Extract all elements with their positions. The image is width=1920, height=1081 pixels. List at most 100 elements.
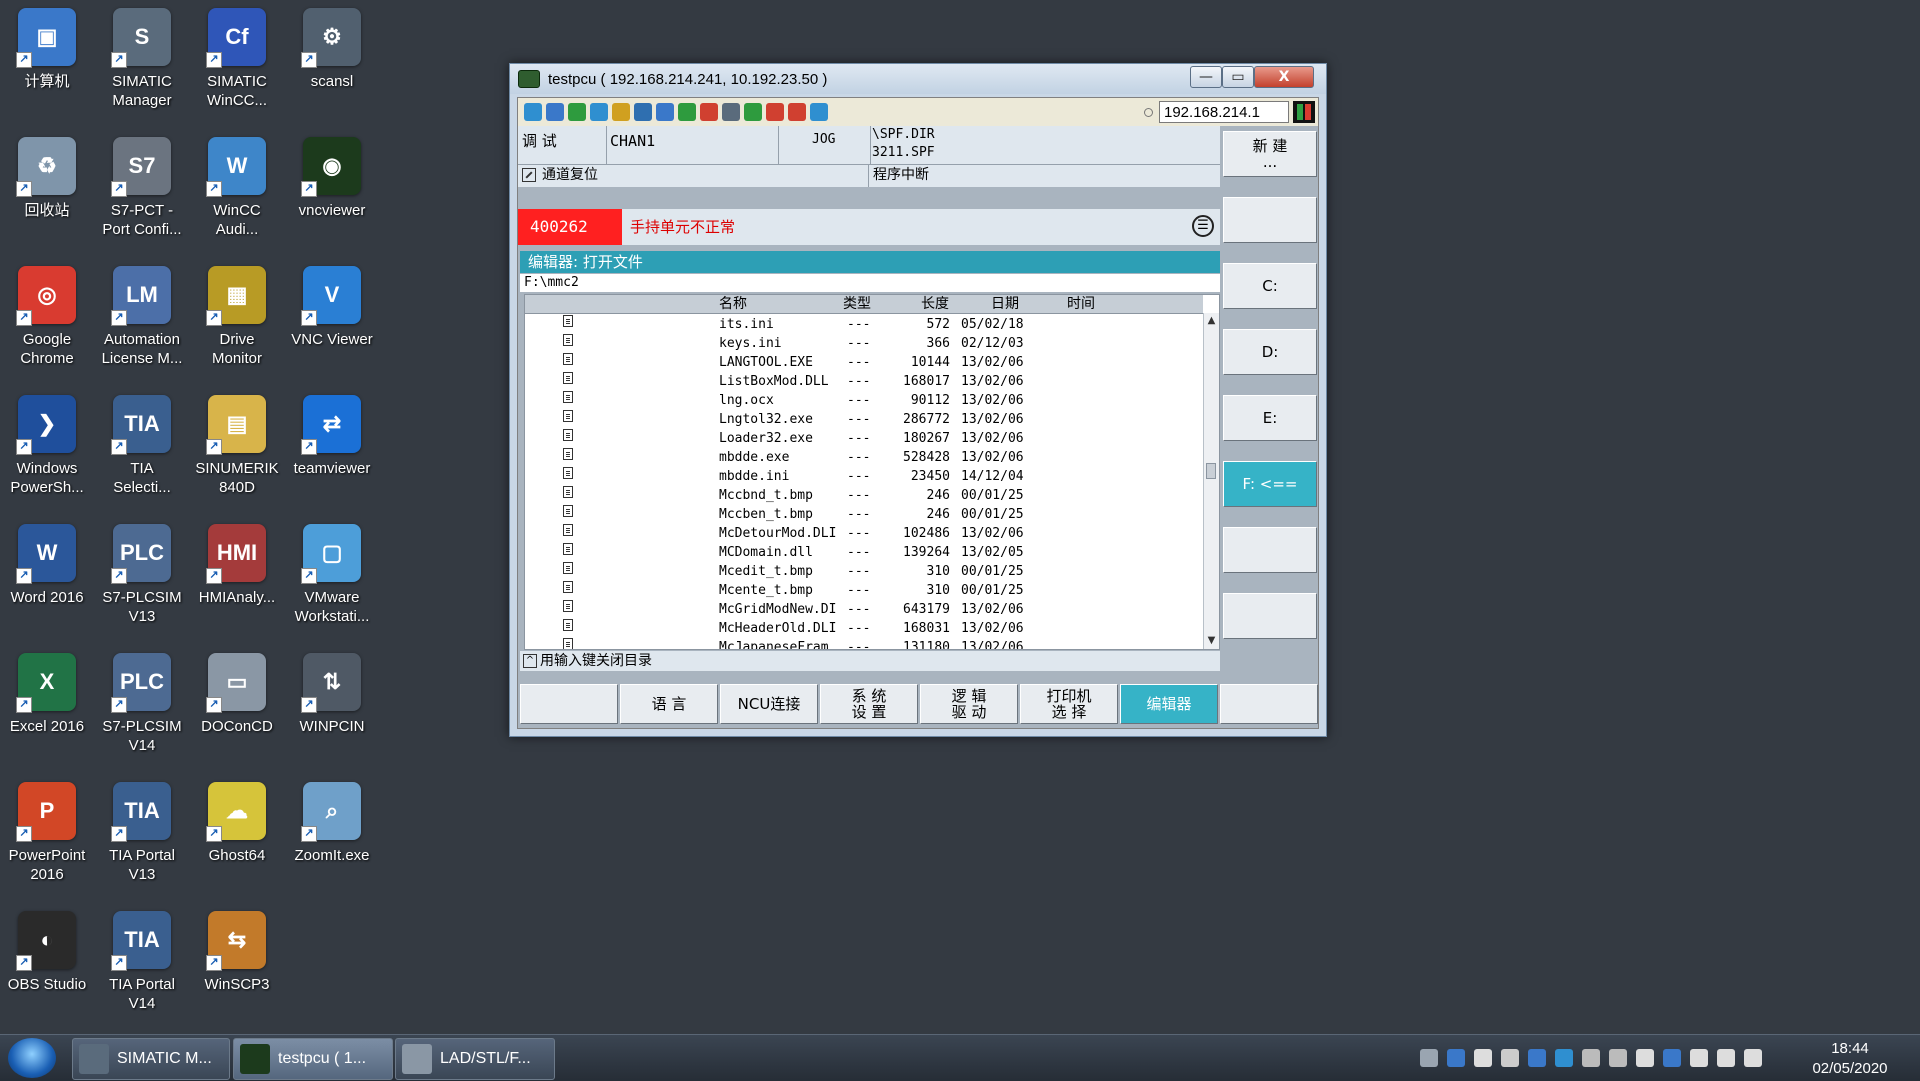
desktop-icon[interactable]: ☁ ↗ Ghost64 [189,776,285,896]
toolbar-tool-icon[interactable] [612,103,630,121]
file-list-scrollbar[interactable]: ▲ ▼ [1203,313,1219,649]
ip-address-field[interactable]: 192.168.214.1 [1159,101,1289,123]
desktop-icon[interactable]: S ↗ SIMATIC Manager [94,2,190,122]
desktop-icon[interactable]: HMI ↗ HMIAnaly... [189,518,285,638]
desktop-icon[interactable]: S7 ↗ S7-PCT - Port Confi... [94,131,190,251]
scroll-down-icon[interactable]: ▼ [1204,633,1219,649]
file-row[interactable]: its.ini --- 572 05/02/18 [525,315,1203,334]
desktop-icon[interactable]: V ↗ VNC Viewer [284,260,380,380]
clock[interactable]: 18:44 02/05/2020 [1780,1039,1920,1079]
taskbar-task[interactable]: testpcu ( 1... [233,1038,393,1080]
desktop-icon[interactable]: ⇄ ↗ teamviewer [284,389,380,509]
desktop-icon[interactable]: ⇆ ↗ WinSCP3 [189,905,285,1025]
desktop-icon[interactable]: LM ↗ Automation License M... [94,260,190,380]
window-titlebar[interactable]: testpcu ( 192.168.214.241, 10.192.23.50 … [510,64,1326,94]
col-length[interactable]: 长度 [921,295,949,313]
desktop-icon[interactable]: ◐ ↗ OBS Studio [0,905,95,1025]
tray-icon[interactable] [1717,1049,1735,1067]
file-row[interactable]: McHeaderOld.DLI --- 168031 13/02/06 [525,619,1203,638]
scroll-thumb[interactable] [1206,463,1216,479]
vertical-softkey[interactable] [1223,593,1317,639]
desktop-icon[interactable]: ◎ ↗ Google Chrome [0,260,95,380]
file-row[interactable]: McGridModNew.DI --- 643179 13/02/06 [525,600,1203,619]
taskbar-task[interactable]: LAD/STL/F... [395,1038,555,1080]
taskbar-task[interactable]: SIMATIC M... [72,1038,230,1080]
vertical-softkey[interactable]: F: <== [1223,461,1317,507]
file-row[interactable]: Loader32.exe --- 180267 13/02/06 [525,429,1203,448]
desktop-icon[interactable]: ♻ ↗ 回收站 [0,131,95,251]
horizontal-softkey[interactable]: 逻 辑 驱 动 [920,684,1018,724]
horizontal-softkey[interactable] [520,684,618,724]
horizontal-softkey[interactable] [1220,684,1318,724]
toolbar-tool-icon[interactable] [810,103,828,121]
desktop-icon[interactable]: PLC ↗ S7-PLCSIM V14 [94,647,190,767]
desktop-icon[interactable]: TIA ↗ TIA Portal V14 [94,905,190,1025]
col-date[interactable]: 日期 [991,295,1019,313]
file-row[interactable]: Lngtol32.exe --- 286772 13/02/06 [525,410,1203,429]
desktop-icon[interactable]: P ↗ PowerPoint 2016 [0,776,95,896]
desktop-icon[interactable]: W ↗ WinCC Audi... [189,131,285,251]
start-button[interactable] [8,1038,56,1078]
toolbar-tool-icon[interactable] [722,103,740,121]
tray-icon[interactable] [1690,1049,1708,1067]
vertical-softkey[interactable]: D: [1223,329,1317,375]
desktop-icon[interactable]: ⚙ ↗ scansl [284,2,380,122]
alarm-ack-icon[interactable]: ☰ [1192,215,1214,237]
toolbar-tool-icon[interactable] [634,103,652,121]
desktop-icon[interactable]: ⇅ ↗ WINPCIN [284,647,380,767]
scroll-up-icon[interactable]: ▲ [1204,313,1219,329]
desktop-icon[interactable]: ▢ ↗ VMware Workstati... [284,518,380,638]
vertical-softkey[interactable]: 新 建 ... [1223,131,1317,177]
tray-icon[interactable] [1609,1049,1627,1067]
toolbar-tool-icon[interactable] [524,103,542,121]
file-row[interactable]: Mccben_t.bmp --- 246 00/01/25 [525,505,1203,524]
file-row[interactable]: Mcedit_t.bmp --- 310 00/01/25 [525,562,1203,581]
toolbar-tool-icon[interactable] [766,103,784,121]
file-row[interactable]: LANGTOOL.EXE --- 10144 13/02/06 [525,353,1203,372]
toolbar-tool-icon[interactable] [546,103,564,121]
desktop-icon[interactable]: ❯ ↗ Windows PowerSh... [0,389,95,509]
horizontal-softkey[interactable]: 打印机 选 择 [1020,684,1118,724]
desktop-icon[interactable]: W ↗ Word 2016 [0,518,95,638]
toolbar-tool-icon[interactable] [590,103,608,121]
tray-icon[interactable] [1528,1049,1546,1067]
file-row[interactable]: Mcente_t.bmp --- 310 00/01/25 [525,581,1203,600]
toolbar-tool-icon[interactable] [700,103,718,121]
horizontal-softkey[interactable]: 系 统 设 置 [820,684,918,724]
file-row[interactable]: mbdde.ini --- 23450 14/12/04 [525,467,1203,486]
tray-icon[interactable] [1474,1049,1492,1067]
horizontal-softkey[interactable]: 编辑器 [1120,684,1218,724]
desktop-icon[interactable]: TIA ↗ TIA Portal V13 [94,776,190,896]
col-name[interactable]: 名称 [719,295,747,313]
file-row[interactable]: McJapaneseFram --- 131180 13/02/06 [525,638,1203,649]
tray-icon[interactable] [1663,1049,1681,1067]
vertical-softkey[interactable]: E: [1223,395,1317,441]
tray-icon[interactable] [1447,1049,1465,1067]
desktop-icon[interactable]: ▭ ↗ DOConCD [189,647,285,767]
vertical-softkey[interactable]: C: [1223,263,1317,309]
desktop-icon[interactable]: ⌕ ↗ ZoomIt.exe [284,776,380,896]
file-row[interactable]: lng.ocx --- 90112 13/02/06 [525,391,1203,410]
file-row[interactable]: McDetourMod.DLI --- 102486 13/02/06 [525,524,1203,543]
tray-icon[interactable] [1501,1049,1519,1067]
file-row[interactable]: Mccbnd_t.bmp --- 246 00/01/25 [525,486,1203,505]
desktop-icon[interactable]: X ↗ Excel 2016 [0,647,95,767]
file-list[interactable]: 名称 类型 长度 日期 时间 its.ini --- 572 05/02/18 keys… [524,294,1220,650]
horizontal-softkey[interactable]: NCU连接 [720,684,818,724]
tray-icon[interactable] [1744,1049,1762,1067]
desktop-icon[interactable]: ▦ ↗ Drive Monitor [189,260,285,380]
file-row[interactable]: mbdde.exe --- 528428 13/02/06 [525,448,1203,467]
desktop-icon[interactable]: ◉ ↗ vncviewer [284,131,380,251]
tray-icon[interactable] [1582,1049,1600,1067]
desktop-icon[interactable]: ▤ ↗ SINUMERIK 840D [189,389,285,509]
toolbar-tool-icon[interactable] [656,103,674,121]
file-row[interactable]: keys.ini --- 366 02/12/03 [525,334,1203,353]
minimize-button[interactable]: — [1190,66,1222,88]
toolbar-tool-icon[interactable] [568,103,586,121]
desktop-icon[interactable]: PLC ↗ S7-PLCSIM V13 [94,518,190,638]
tray-icon[interactable] [1555,1049,1573,1067]
col-type[interactable]: 类型 [843,295,871,313]
toolbar-tool-icon[interactable] [788,103,806,121]
close-button[interactable]: X [1254,66,1314,88]
file-row[interactable]: MCDomain.dll --- 139264 13/02/05 [525,543,1203,562]
